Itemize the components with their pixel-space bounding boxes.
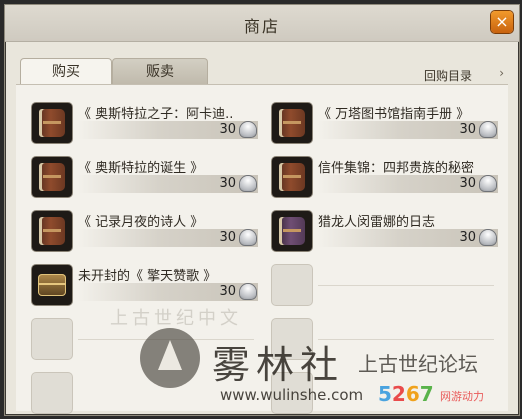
item-price: 30 bbox=[219, 122, 236, 137]
repurchase-label: 回购目录 bbox=[424, 69, 473, 83]
empty-item-slot[interactable] bbox=[272, 319, 312, 359]
item-slot[interactable] bbox=[272, 211, 312, 251]
title-bar: 商店 × bbox=[5, 5, 519, 42]
book-brown-icon bbox=[279, 109, 305, 137]
price-bar: 30 bbox=[78, 175, 258, 193]
price-bar: 30 bbox=[78, 229, 258, 247]
shell-coin-icon bbox=[480, 230, 496, 245]
tab-sell[interactable]: 贩卖 bbox=[112, 58, 208, 85]
item-slot[interactable] bbox=[32, 157, 72, 197]
item-price: 30 bbox=[459, 176, 476, 191]
item-name: 《 万塔图书馆指南手册 》 bbox=[318, 107, 470, 122]
item-list-panel: 《 奥斯特拉之子：阿卡迪.. 30 《 万塔图书馆指南手册 》 30 《 奥斯特… bbox=[16, 84, 508, 413]
empty-item-slot[interactable] bbox=[32, 373, 72, 413]
book-brown-icon bbox=[39, 109, 65, 137]
price-bar: 30 bbox=[78, 283, 258, 301]
book-brown-icon bbox=[279, 163, 305, 191]
row-divider bbox=[78, 339, 254, 340]
item-price: 30 bbox=[219, 284, 236, 299]
item-slot[interactable] bbox=[32, 103, 72, 143]
book-brown-icon bbox=[39, 217, 65, 245]
empty-item-row bbox=[264, 261, 498, 311]
chest-icon bbox=[38, 274, 66, 296]
empty-item-row bbox=[264, 369, 498, 419]
item-name: 未开封的《 擎天赞歌 》 bbox=[78, 269, 217, 284]
item-price: 30 bbox=[219, 230, 236, 245]
shell-coin-icon bbox=[480, 122, 496, 137]
shell-coin-icon bbox=[240, 122, 256, 137]
shop-item[interactable]: 《 记录月夜的诗人 》 30 bbox=[24, 207, 258, 257]
shell-coin-icon bbox=[240, 230, 256, 245]
empty-item-row bbox=[264, 315, 498, 365]
watermark-faint-text: 上古世纪中文 bbox=[110, 308, 242, 329]
book-purple-icon bbox=[279, 217, 305, 245]
chevron-right-icon: › bbox=[499, 66, 504, 80]
price-bar: 30 bbox=[78, 121, 258, 139]
item-price: 30 bbox=[219, 176, 236, 191]
item-slot[interactable] bbox=[272, 157, 312, 197]
empty-item-slot[interactable] bbox=[32, 319, 72, 359]
item-name: 《 奥斯特拉的诞生 》 bbox=[78, 161, 204, 176]
price-bar: 30 bbox=[318, 121, 498, 139]
shop-item[interactable]: 《 奥斯特拉之子：阿卡迪.. 30 bbox=[24, 99, 258, 149]
empty-item-slot[interactable] bbox=[272, 265, 312, 305]
shop-item[interactable]: 《 万塔图书馆指南手册 》 30 bbox=[264, 99, 498, 149]
empty-item-slot[interactable] bbox=[272, 373, 312, 413]
item-slot[interactable] bbox=[32, 211, 72, 251]
item-name: 《 记录月夜的诗人 》 bbox=[78, 215, 204, 230]
item-name: 《 奥斯特拉之子：阿卡迪.. bbox=[78, 107, 234, 122]
shop-item[interactable]: 《 奥斯特拉的诞生 》 30 bbox=[24, 153, 258, 203]
book-brown-icon bbox=[39, 163, 65, 191]
item-slot[interactable] bbox=[272, 103, 312, 143]
price-bar: 30 bbox=[318, 175, 498, 193]
shop-item[interactable]: 猎龙人闵雷娜的日志 30 bbox=[264, 207, 498, 257]
shell-coin-icon bbox=[480, 176, 496, 191]
item-name: 信件集锦：四邦贵族的秘密 bbox=[318, 161, 475, 176]
window-title: 商店 bbox=[243, 17, 280, 36]
row-divider bbox=[318, 285, 494, 286]
item-price: 30 bbox=[459, 122, 476, 137]
item-price: 30 bbox=[459, 230, 476, 245]
tab-buy[interactable]: 购买 bbox=[20, 58, 112, 85]
price-bar: 30 bbox=[318, 229, 498, 247]
row-divider bbox=[318, 339, 494, 340]
item-slot[interactable] bbox=[32, 265, 72, 305]
shop-item[interactable]: 信件集锦：四邦贵族的秘密 30 bbox=[264, 153, 498, 203]
repurchase-list-button[interactable]: 回购目录 › bbox=[410, 64, 506, 84]
shell-coin-icon bbox=[240, 176, 256, 191]
empty-item-row bbox=[24, 369, 258, 419]
shell-coin-icon bbox=[240, 284, 256, 299]
item-name: 猎龙人闵雷娜的日志 bbox=[318, 215, 436, 230]
close-button[interactable]: × bbox=[491, 11, 513, 33]
